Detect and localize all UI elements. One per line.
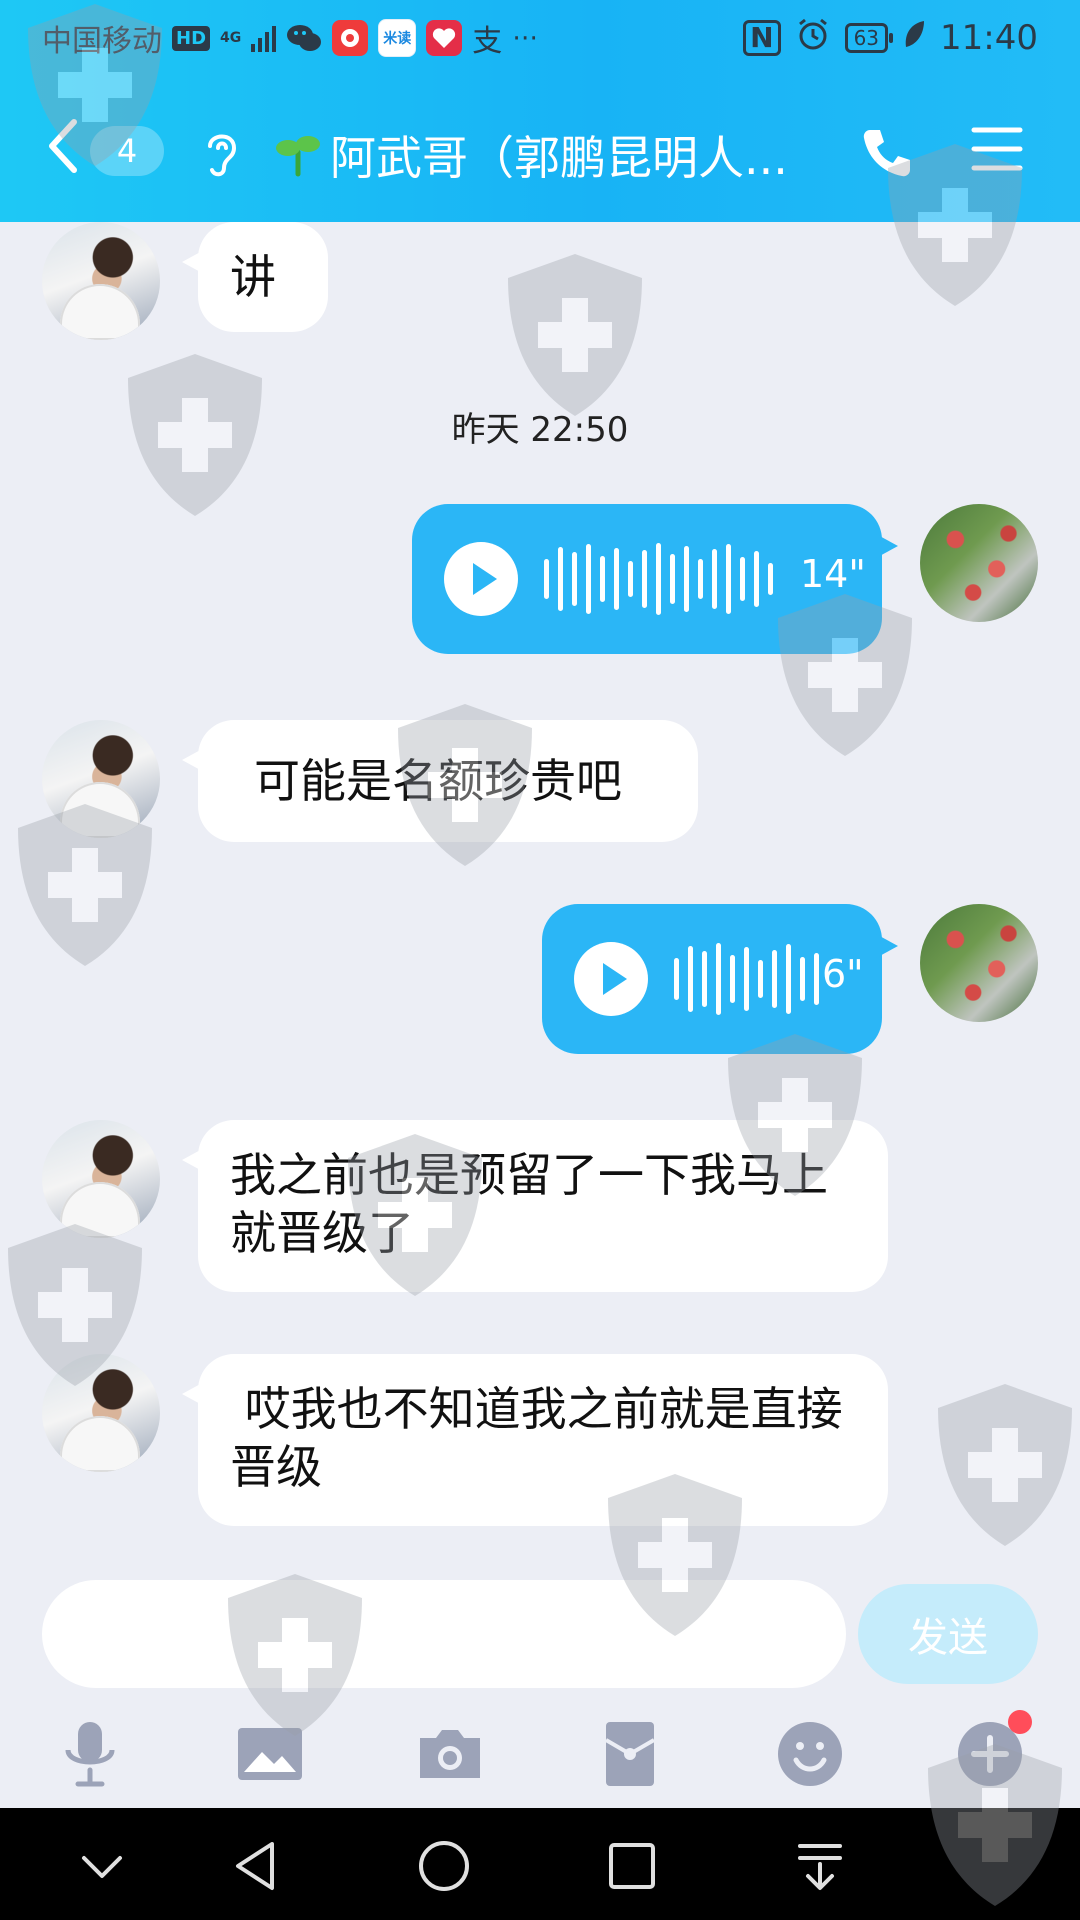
midu-app-icon: 米读 <box>378 19 417 57</box>
alarm-icon <box>795 16 831 61</box>
phone-call-icon[interactable] <box>858 124 916 182</box>
menu-icon[interactable] <box>970 124 1024 174</box>
red-app-icon <box>332 20 369 56</box>
home-circle-icon[interactable] <box>416 1838 472 1894</box>
voice-message-bubble[interactable]: 6" <box>542 904 898 1054</box>
friend-intimacy-sprout-icon <box>276 136 320 177</box>
hd-badge: HD <box>172 25 211 51</box>
message-bubble-incoming[interactable]: 哎我也不知道我之前就是直接晋级 <box>182 1354 888 1526</box>
alipay-icon: 支 <box>472 24 503 59</box>
network-type: 4G <box>220 30 242 46</box>
unread-count-badge[interactable]: 4 <box>90 126 164 176</box>
play-icon[interactable] <box>444 542 518 616</box>
wechat-icon <box>286 20 322 56</box>
friend-avatar[interactable] <box>42 1120 160 1238</box>
waveform-icon <box>544 542 773 616</box>
my-avatar[interactable] <box>920 504 1038 622</box>
send-button[interactable]: 发送 <box>858 1584 1038 1684</box>
recents-square-icon[interactable] <box>604 1838 660 1894</box>
my-avatar[interactable] <box>920 904 1038 1022</box>
play-icon[interactable] <box>574 942 648 1016</box>
earpiece-mode-icon[interactable] <box>200 126 244 178</box>
message-timestamp: 昨天 22:50 <box>451 410 629 450</box>
heart-app-icon <box>426 20 463 56</box>
leaf-icon <box>902 18 926 58</box>
friend-avatar[interactable] <box>42 222 160 340</box>
notification-dot <box>1008 1710 1032 1734</box>
microphone-icon[interactable] <box>54 1718 126 1790</box>
nfc-icon: N <box>743 20 781 56</box>
emoji-icon[interactable] <box>774 1718 846 1790</box>
friend-avatar[interactable] <box>42 720 160 838</box>
camera-icon[interactable] <box>414 1718 486 1790</box>
back-triangle-icon[interactable] <box>228 1838 284 1894</box>
chat-title[interactable]: 阿武哥（郭鹏昆明人... <box>330 122 830 188</box>
chat-message-list[interactable]: 讲 昨天 22:50 14" 可能是名额珍贵吧 6" 我之前也是预留了一下我马上… <box>0 222 1080 1582</box>
waveform-icon <box>674 942 819 1016</box>
chat-toolbar <box>0 1700 1080 1808</box>
clock-time: 11:40 <box>940 18 1038 58</box>
system-navigation-bar <box>0 1808 1080 1920</box>
voice-duration: 14" <box>800 552 866 596</box>
signal-icon <box>251 24 277 52</box>
status-bar: 中国移动 HD 4G 米读 支 ⋯ N 63 11:40 <box>0 0 1080 74</box>
carrier-label: 中国移动 <box>42 24 162 59</box>
more-notifications-icon: ⋯ <box>512 23 539 53</box>
friend-avatar[interactable] <box>42 1354 160 1472</box>
image-icon[interactable] <box>234 1718 306 1790</box>
back-arrow-icon[interactable] <box>42 116 90 176</box>
message-bubble-incoming[interactable]: 讲 <box>182 222 328 332</box>
battery-indicator: 63 <box>844 23 894 53</box>
collapse-chevron-icon[interactable] <box>74 1838 130 1894</box>
voice-message-bubble[interactable]: 14" <box>412 504 898 654</box>
voice-duration: 6" <box>822 952 864 996</box>
red-packet-icon[interactable] <box>594 1718 666 1790</box>
message-bubble-incoming[interactable]: 可能是名额珍贵吧 <box>182 720 698 842</box>
header: 中国移动 HD 4G 米读 支 ⋯ N 63 11:40 4 阿武哥（郭鹏昆明人… <box>0 0 1080 222</box>
message-input[interactable] <box>42 1580 846 1688</box>
title-bar: 4 阿武哥（郭鹏昆明人... <box>0 84 1080 214</box>
message-bubble-incoming[interactable]: 我之前也是预留了一下我马上就晋级了 <box>182 1120 888 1292</box>
notification-pull-down-icon[interactable] <box>792 1838 848 1894</box>
